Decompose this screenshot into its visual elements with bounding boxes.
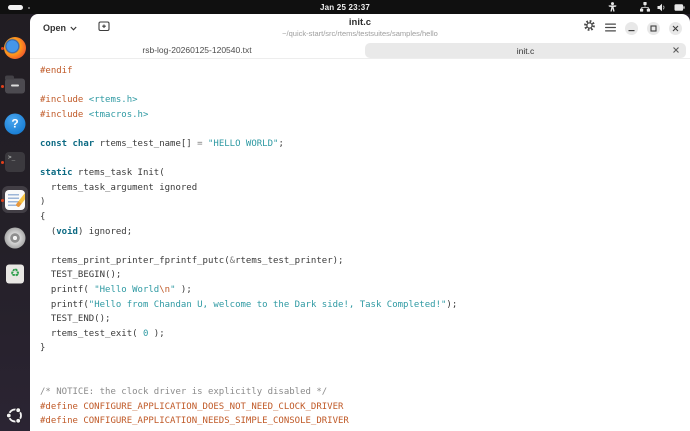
text-editor-icon — [5, 190, 25, 210]
dock-item-ubuntu-apps[interactable] — [0, 404, 30, 431]
restore-button[interactable] — [647, 22, 660, 35]
open-button[interactable]: Open — [38, 20, 82, 36]
text-editor-window: Open init.c ~/quick-start/src/rtems/test… — [30, 14, 690, 431]
code-line: #include <tmacros.h> — [40, 108, 690, 123]
window-title: init.c — [200, 17, 520, 28]
code-line — [40, 239, 690, 254]
window-subtitle-path: ~/quick-start/src/rtems/testsuites/sampl… — [200, 29, 520, 38]
accessibility-icon[interactable] — [608, 2, 617, 12]
code-line: printf( "Hello World\n" ); — [40, 283, 690, 298]
code-line: ) — [40, 195, 690, 210]
menu-icon — [605, 23, 616, 32]
dock-item-files[interactable] — [0, 72, 30, 100]
code-line: #define CONFIGURE_APPLICATION_DOES_NOT_N… — [40, 400, 690, 415]
workspace-indicator[interactable] — [8, 5, 30, 10]
chevron-down-icon — [70, 26, 77, 31]
code-line: #include <rtems.h> — [40, 93, 690, 108]
close-icon — [672, 25, 679, 32]
volume-icon[interactable] — [657, 3, 667, 12]
menu-button[interactable] — [605, 19, 616, 37]
new-tab-button[interactable] — [98, 19, 111, 37]
gear-icon — [583, 19, 596, 32]
settings-button[interactable] — [583, 19, 596, 37]
code-line: } — [40, 341, 690, 356]
disc-icon — [5, 228, 26, 249]
trash-icon: ♻ — [6, 265, 24, 284]
code-line: rtems_task_argument ignored — [40, 181, 690, 196]
running-indicator — [1, 161, 4, 164]
code-area[interactable]: #endif #include <rtems.h>#include <tmacr… — [30, 59, 690, 429]
tab-label: init.c — [517, 46, 534, 56]
code-line: /* NOTICE: the clock driver is explicitl… — [40, 385, 690, 400]
close-icon — [672, 46, 680, 54]
tab-rsb-log[interactable]: rsb-log-20260125-120540.txt — [30, 42, 364, 58]
dock-item-disc[interactable] — [0, 224, 30, 252]
clock[interactable]: Jan 25 23:37 — [320, 3, 370, 12]
ubuntu-logo-icon — [6, 406, 25, 430]
code-line — [40, 370, 690, 385]
close-button[interactable] — [669, 22, 682, 35]
help-icon: ? — [5, 114, 26, 135]
firefox-icon — [4, 37, 26, 59]
running-indicator — [1, 85, 4, 88]
tab-init-c[interactable]: init.c — [365, 43, 686, 58]
minimize-icon — [628, 25, 635, 32]
code-line: static rtems_task Init( — [40, 166, 690, 181]
dock-item-text-editor[interactable] — [0, 186, 30, 214]
restore-icon — [650, 25, 657, 32]
tab-label: rsb-log-20260125-120540.txt — [142, 45, 251, 55]
header-bar: Open init.c ~/quick-start/src/rtems/test… — [30, 14, 690, 42]
dock-item-firefox[interactable] — [0, 34, 30, 62]
code-line: { — [40, 210, 690, 225]
dock-item-help[interactable]: ? — [0, 110, 30, 138]
workspace-active-pill — [8, 5, 23, 10]
window-title-block: init.c ~/quick-start/src/rtems/testsuite… — [200, 17, 520, 38]
code-line: printf("Hello from Chandan U, welcome to… — [40, 298, 690, 313]
network-icon[interactable] — [640, 2, 650, 12]
code-line: #endif — [40, 64, 690, 79]
new-tab-icon — [98, 20, 111, 32]
terminal-icon: >_ — [5, 152, 25, 172]
code-line: TEST_END(); — [40, 312, 690, 327]
dock-item-trash[interactable]: ♻ — [0, 260, 30, 288]
top-bar: Jan 25 23:37 — [0, 0, 690, 14]
code-line — [40, 122, 690, 137]
battery-icon[interactable] — [674, 3, 685, 12]
code-line — [40, 152, 690, 167]
code-line: const char rtems_test_name[] = "HELLO WO… — [40, 137, 690, 152]
code-line — [40, 356, 690, 371]
code-line: TEST_BEGIN(); — [40, 268, 690, 283]
code-line — [40, 79, 690, 94]
code-line: #define CONFIGURE_APPLICATION_NEEDS_SIMP… — [40, 414, 690, 429]
workspace-inactive-dot — [28, 7, 30, 9]
open-button-label: Open — [43, 23, 66, 33]
tab-close-button[interactable] — [672, 46, 680, 56]
minimize-button[interactable] — [625, 22, 638, 35]
code-line: rtems_test_exit( 0 ); — [40, 327, 690, 342]
tab-bar: rsb-log-20260125-120540.txt init.c — [30, 42, 690, 59]
folder-icon — [5, 79, 25, 94]
code-line: rtems_print_printer_fprintf_putc(&rtems_… — [40, 254, 690, 269]
status-area[interactable] — [608, 0, 685, 14]
dock-item-terminal[interactable]: >_ — [0, 148, 30, 176]
running-indicator — [1, 199, 4, 202]
dock: ? >_ ♻ — [0, 14, 30, 431]
code-line: (void) ignored; — [40, 225, 690, 240]
